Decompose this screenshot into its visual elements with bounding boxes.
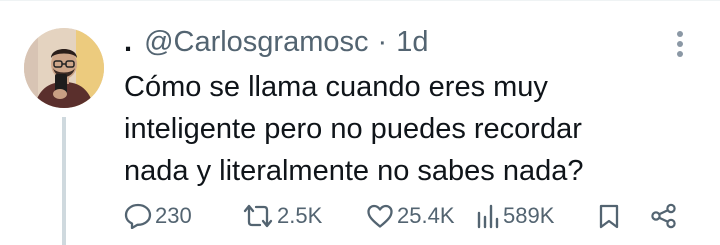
view-count: 589K xyxy=(503,203,555,228)
tweet-header: . @Carlosgramosc · 1d xyxy=(124,24,428,60)
more-vertical-icon xyxy=(677,31,683,57)
reply-count: 230 xyxy=(155,203,192,228)
views-chart-icon xyxy=(477,204,499,229)
user-handle[interactable]: @Carlosgramosc xyxy=(144,26,368,59)
tweet-text-line: nada y literalmente no sabes nada? xyxy=(124,155,584,187)
avatar[interactable] xyxy=(24,28,104,108)
top-divider xyxy=(0,0,720,1)
share-button[interactable] xyxy=(650,198,678,234)
avatar-photo xyxy=(24,28,104,108)
thread-line xyxy=(62,117,66,245)
reply-button[interactable]: 230 xyxy=(124,198,192,234)
more-options-button[interactable] xyxy=(664,28,696,60)
tweet-timestamp[interactable]: 1d xyxy=(396,26,428,59)
tweet-text-line: Cómo se llama cuando eres muy xyxy=(124,71,548,103)
like-button[interactable]: 25.4K xyxy=(366,198,455,234)
views-button[interactable]: 589K xyxy=(476,198,554,234)
tweet-text: Cómo se llama cuando eres muy inteligent… xyxy=(124,66,704,192)
bookmark-button[interactable] xyxy=(598,198,620,234)
repost-button[interactable]: 2.5K xyxy=(242,198,322,234)
header-separator: · xyxy=(377,25,388,58)
share-icon xyxy=(651,203,676,229)
display-name[interactable]: . xyxy=(124,26,132,59)
like-count: 25.4K xyxy=(397,203,455,228)
tweet-text-line: inteligente pero no puedes recordar xyxy=(124,113,582,145)
reply-icon xyxy=(124,203,152,229)
heart-icon xyxy=(367,204,393,228)
repost-icon xyxy=(243,204,273,228)
bookmark-icon xyxy=(599,204,619,229)
repost-count: 2.5K xyxy=(277,203,323,228)
